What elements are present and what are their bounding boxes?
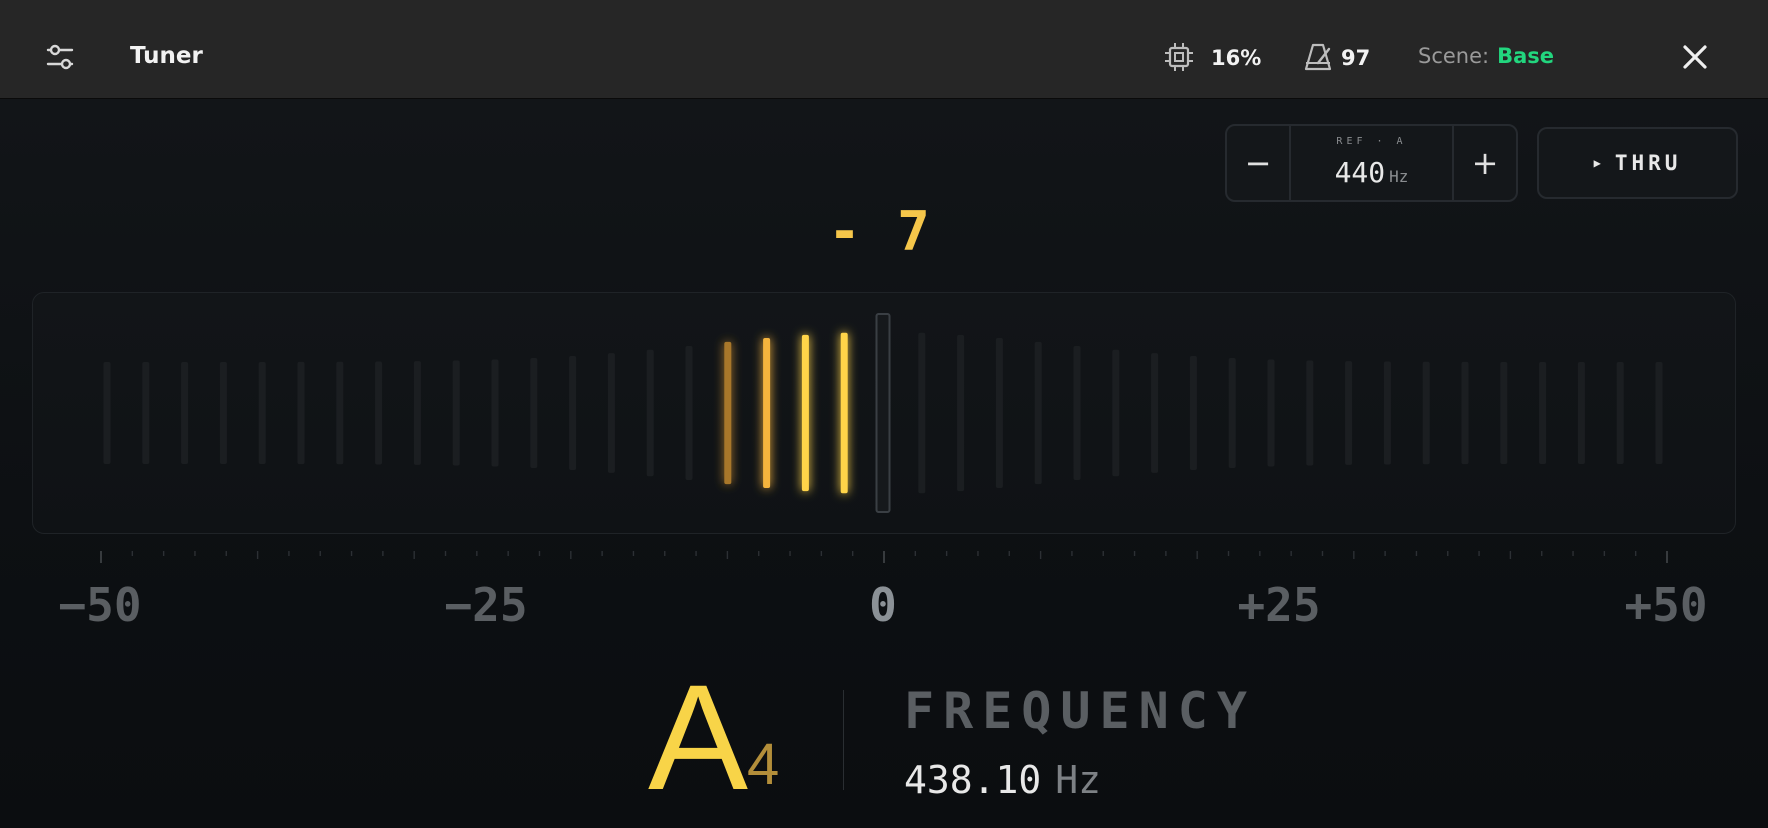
scale-label-zero: 0 bbox=[869, 578, 897, 632]
frequency-value: 438.10 bbox=[904, 758, 1042, 802]
scale-label-plus-25: +25 bbox=[1237, 578, 1321, 632]
cents-scale-ticks bbox=[100, 551, 1668, 563]
scale-label-plus-50: +50 bbox=[1624, 578, 1708, 632]
frequency-unit: Hz bbox=[1055, 758, 1102, 802]
scale-label-minus-50: −50 bbox=[58, 578, 142, 632]
note-name: A bbox=[648, 653, 749, 821]
frequency-label: FREQUENCY bbox=[904, 682, 1256, 740]
divider bbox=[843, 690, 844, 790]
frequency-readout: 438.10 Hz bbox=[904, 758, 1101, 802]
note-octave: 4 bbox=[747, 732, 780, 797]
scale-label-minus-25: −25 bbox=[444, 578, 528, 632]
